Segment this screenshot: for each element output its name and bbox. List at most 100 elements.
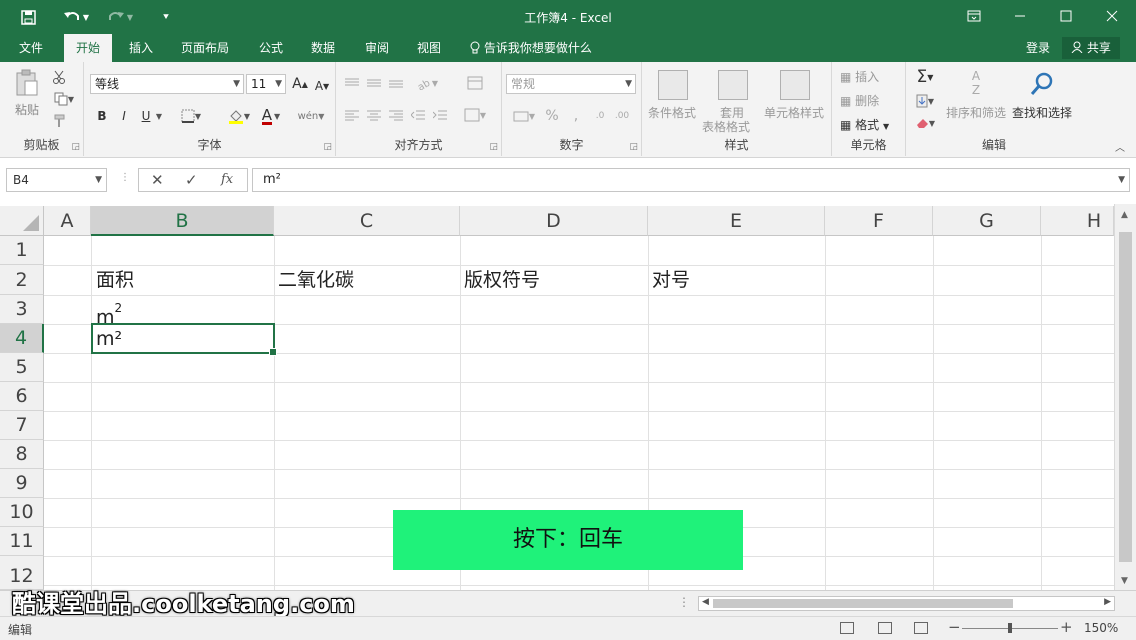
normal-view-icon[interactable] xyxy=(840,622,854,634)
close-icon[interactable] xyxy=(1098,4,1126,28)
scroll-left-icon[interactable]: ◀ xyxy=(702,597,709,607)
horizontal-scroll-thumb[interactable] xyxy=(713,599,1013,608)
font-size-select[interactable]: 11 ▼ xyxy=(246,74,286,94)
merge-center-icon[interactable]: ▼ xyxy=(462,106,488,124)
column-header-f[interactable]: F xyxy=(825,206,933,236)
scroll-up-icon[interactable]: ▲ xyxy=(1121,210,1128,220)
comma-icon[interactable]: , xyxy=(566,106,586,126)
zoom-out-icon[interactable]: − xyxy=(948,618,961,636)
italic-button[interactable]: I xyxy=(116,106,132,126)
tab-view[interactable]: 视图 xyxy=(406,34,452,62)
scroll-down-icon[interactable]: ▼ xyxy=(1121,576,1128,586)
table-format-line2[interactable]: 表格格式 xyxy=(702,118,750,135)
horizontal-scrollbar[interactable]: ◀ ▶ xyxy=(698,596,1115,611)
row-header-5[interactable]: 5 xyxy=(0,353,44,382)
zoom-level[interactable]: 150% xyxy=(1084,621,1118,635)
scroll-right-icon[interactable]: ▶ xyxy=(1104,597,1111,607)
share-button[interactable]: 共享 xyxy=(1062,37,1120,59)
decrease-decimal-icon[interactable]: .00 xyxy=(612,106,632,126)
font-name-select[interactable]: 等线 ▼ xyxy=(90,74,244,94)
column-header-c[interactable]: C xyxy=(274,206,460,236)
delete-cells-button[interactable]: ▦ 删除 xyxy=(840,92,879,109)
insert-function-icon[interactable]: fx xyxy=(221,172,233,187)
wrap-text-icon[interactable] xyxy=(462,74,488,92)
tell-me-box[interactable]: 告诉我你想要做什么 xyxy=(470,34,592,62)
cell-c2[interactable]: 二氧化碳 xyxy=(274,265,354,295)
increase-font-icon[interactable]: A ▲ xyxy=(292,74,308,94)
zoom-slider[interactable] xyxy=(962,623,1058,633)
paste-button[interactable]: 粘贴 xyxy=(10,68,44,118)
format-cells-button[interactable]: ▦ 格式 ▼ xyxy=(840,116,889,133)
tab-insert[interactable]: 插入 xyxy=(118,34,164,62)
vertical-scrollbar[interactable]: ▲ ▼ xyxy=(1114,204,1136,590)
row-header-4[interactable]: 4 xyxy=(0,324,44,353)
name-box[interactable]: B4 ▼ xyxy=(6,168,107,192)
clear-icon[interactable]: ▼ xyxy=(910,114,940,132)
tab-home[interactable]: 开始 xyxy=(64,34,112,62)
column-header-b[interactable]: B xyxy=(91,206,274,236)
bottom-align-icon[interactable] xyxy=(388,74,404,92)
fill-icon[interactable]: ▼ xyxy=(910,92,940,110)
underline-button[interactable]: U xyxy=(138,106,154,126)
select-all-button[interactable] xyxy=(0,206,44,236)
align-right-icon[interactable] xyxy=(388,106,404,124)
currency-icon[interactable]: ▼ xyxy=(510,106,538,126)
underline-dropdown-icon[interactable]: ▼ xyxy=(154,106,164,126)
tab-splitter-dots-icon[interactable]: ⋮ xyxy=(678,595,690,609)
cut-icon[interactable] xyxy=(50,68,68,86)
tab-page-layout[interactable]: 页面布局 xyxy=(172,34,238,62)
tab-formulas[interactable]: 公式 xyxy=(248,34,294,62)
zoom-in-icon[interactable]: + xyxy=(1060,618,1073,636)
column-header-e[interactable]: E xyxy=(648,206,825,236)
alignment-launcher-icon[interactable]: ◲ xyxy=(489,142,498,152)
column-header-h[interactable]: H xyxy=(1041,206,1114,236)
copy-icon[interactable]: ▼ xyxy=(50,90,78,108)
enter-icon[interactable]: ✓ xyxy=(185,171,198,189)
phonetic-icon[interactable]: wén ▼ xyxy=(296,106,326,126)
column-header-g[interactable]: G xyxy=(933,206,1041,236)
percent-icon[interactable]: % xyxy=(542,106,562,126)
cell-styles-button[interactable]: 单元格样式 xyxy=(764,104,824,121)
expand-formula-icon[interactable]: ▼ xyxy=(1118,169,1125,191)
increase-decimal-icon[interactable]: .0 xyxy=(590,106,610,126)
row-header-1[interactable]: 1 xyxy=(0,236,44,265)
minimize-icon[interactable] xyxy=(1006,4,1034,28)
decrease-font-icon[interactable]: A ▼ xyxy=(314,76,330,96)
tab-review[interactable]: 审阅 xyxy=(354,34,400,62)
clipboard-launcher-icon[interactable]: ◲ xyxy=(71,142,80,152)
page-layout-view-icon[interactable] xyxy=(878,622,892,634)
row-header-6[interactable]: 6 xyxy=(0,382,44,411)
bold-button[interactable]: B xyxy=(94,106,110,126)
cell-d2[interactable]: 版权符号 xyxy=(460,265,540,295)
collapse-ribbon-icon[interactable]: ︿ xyxy=(1112,138,1128,154)
insert-cells-button[interactable]: ▦ 插入 xyxy=(840,68,879,85)
orientation-icon[interactable]: ab ▼ xyxy=(414,74,440,92)
top-align-icon[interactable] xyxy=(344,74,360,92)
page-break-view-icon[interactable] xyxy=(914,622,928,634)
format-painter-icon[interactable] xyxy=(50,112,68,130)
sort-filter-button[interactable]: 排序和筛选 xyxy=(946,104,1006,121)
cancel-icon[interactable]: ✕ xyxy=(151,171,164,189)
tab-file[interactable]: 文件 xyxy=(8,34,54,62)
align-center-icon[interactable] xyxy=(366,106,382,124)
tab-data[interactable]: 数据 xyxy=(300,34,346,62)
login-link[interactable]: 登录 xyxy=(1026,34,1050,62)
row-header-7[interactable]: 7 xyxy=(0,411,44,440)
ribbon-display-options-icon[interactable] xyxy=(960,4,988,28)
conditional-format-button[interactable]: 条件格式 xyxy=(648,104,696,121)
increase-indent-icon[interactable] xyxy=(432,106,448,124)
maximize-icon[interactable] xyxy=(1052,4,1080,28)
row-header-11[interactable]: 11 xyxy=(0,527,44,556)
column-header-d[interactable]: D xyxy=(460,206,648,236)
formula-input[interactable]: m² ▼ xyxy=(252,168,1130,192)
cell-b2[interactable]: 面积 xyxy=(92,265,134,295)
cell-e2[interactable]: 对号 xyxy=(648,265,690,295)
font-color-icon[interactable]: A ▼ xyxy=(256,106,286,126)
decrease-indent-icon[interactable] xyxy=(410,106,426,124)
row-header-8[interactable]: 8 xyxy=(0,440,44,469)
middle-align-icon[interactable] xyxy=(366,74,382,92)
row-header-10[interactable]: 10 xyxy=(0,498,44,527)
fill-color-icon[interactable]: ▼ xyxy=(224,106,254,126)
number-launcher-icon[interactable]: ◲ xyxy=(629,142,638,152)
vertical-scroll-thumb[interactable] xyxy=(1119,232,1132,562)
